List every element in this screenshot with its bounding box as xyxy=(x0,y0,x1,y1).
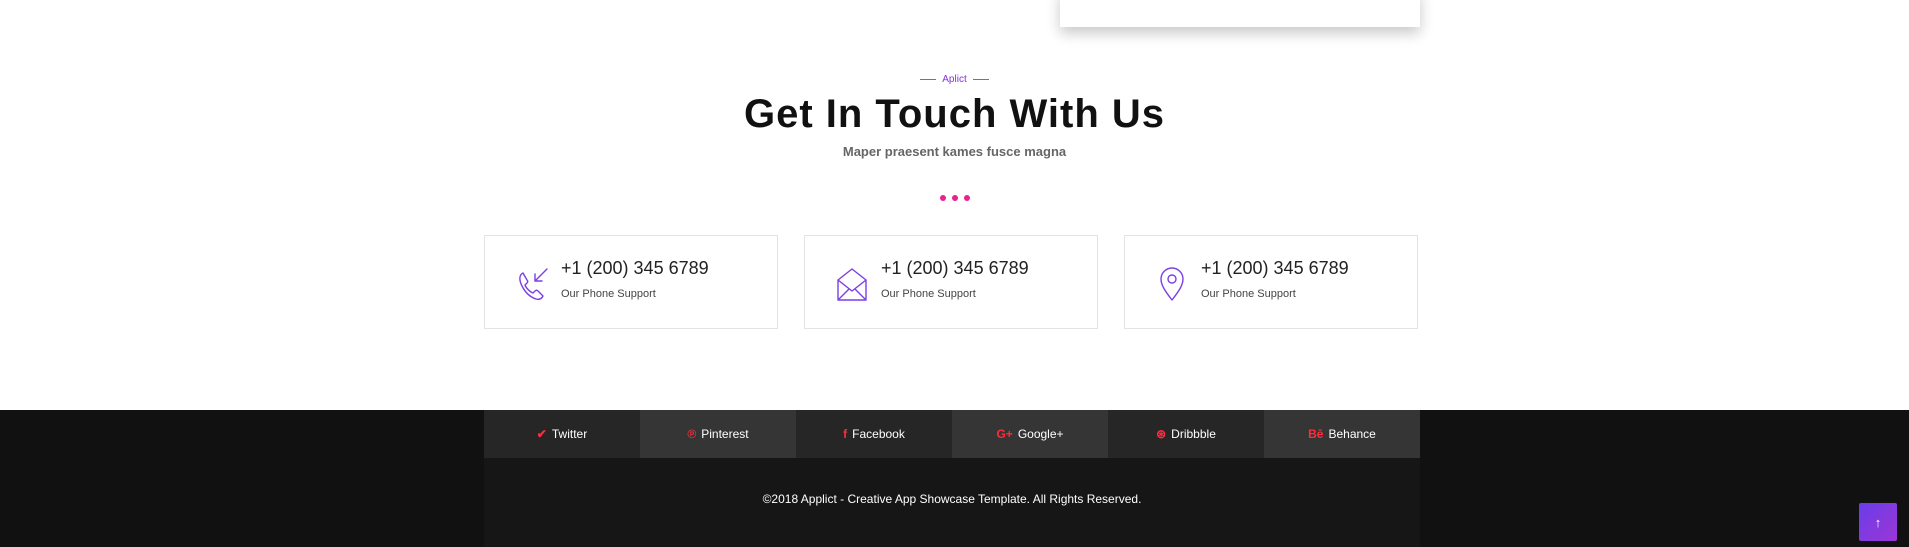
social-link-behance[interactable]: Bē Behance xyxy=(1264,410,1420,458)
social-link-label: Facebook xyxy=(852,427,905,441)
contact-value: +1 (200) 345 6789 xyxy=(881,258,1029,278)
contact-card-phone: +1 (200) 345 6789 Our Phone Support xyxy=(484,235,778,329)
contact-card-email: +1 (200) 345 6789 Our Phone Support xyxy=(804,235,1098,329)
social-link-label: Dribbble xyxy=(1171,427,1216,441)
contact-value: +1 (200) 345 6789 xyxy=(561,258,709,278)
dribbble-icon: ⊛ xyxy=(1156,427,1167,441)
arrow-up-icon: ↑ xyxy=(1874,514,1882,530)
social-link-twitter[interactable]: ✔ Twitter xyxy=(484,410,640,458)
social-links-bar: ✔ Twitter ℗ Pinterest f Facebook G+ Goog… xyxy=(484,410,1420,458)
back-to-top-button[interactable]: ↑ xyxy=(1859,503,1897,541)
contact-label: Our Phone Support xyxy=(1201,288,1296,300)
social-link-label: Behance xyxy=(1328,427,1376,441)
social-link-dribbble[interactable]: ⊛ Dribbble xyxy=(1108,410,1264,458)
twitter-icon: ✔ xyxy=(536,427,547,441)
contact-label: Our Phone Support xyxy=(561,288,656,300)
facebook-icon: f xyxy=(843,427,848,441)
social-link-google-plus[interactable]: G+ Google+ xyxy=(952,410,1108,458)
map-pin-icon xyxy=(1160,267,1184,301)
footer: ✔ Twitter ℗ Pinterest f Facebook G+ Goog… xyxy=(0,410,1909,547)
social-link-label: Twitter xyxy=(551,427,588,441)
top-card xyxy=(1060,0,1420,27)
pinterest-icon: ℗ xyxy=(687,427,697,441)
social-link-label: Google+ xyxy=(1017,427,1064,441)
social-link-pinterest[interactable]: ℗ Pinterest xyxy=(640,410,796,458)
envelope-icon xyxy=(837,268,867,301)
behance-icon: Bē xyxy=(1308,427,1324,441)
contact-value: +1 (200) 345 6789 xyxy=(1201,258,1349,278)
eyebrow-text: Aplict xyxy=(942,74,967,85)
google-plus-icon: G+ xyxy=(996,427,1013,441)
eyebrow-line-right xyxy=(972,78,989,80)
eyebrow-line-left xyxy=(920,78,937,80)
section-title: Get In Touch With Us xyxy=(743,92,1166,136)
phone-icon xyxy=(519,268,548,300)
social-link-label: Pinterest xyxy=(701,427,749,441)
copyright-panel: ©2018 Applict - Creative App Showcase Te… xyxy=(484,458,1420,547)
dots-divider xyxy=(0,188,1909,206)
section-subtitle: Maper praesent kames fusce magna xyxy=(842,144,1067,159)
copyright-text: ©2018 Applict - Creative App Showcase Te… xyxy=(762,492,1142,506)
social-link-facebook[interactable]: f Facebook xyxy=(796,410,952,458)
section-eyebrow: Aplict xyxy=(0,74,1909,85)
contact-label: Our Phone Support xyxy=(881,288,976,300)
contact-card-location: +1 (200) 345 6789 Our Phone Support xyxy=(1124,235,1418,329)
